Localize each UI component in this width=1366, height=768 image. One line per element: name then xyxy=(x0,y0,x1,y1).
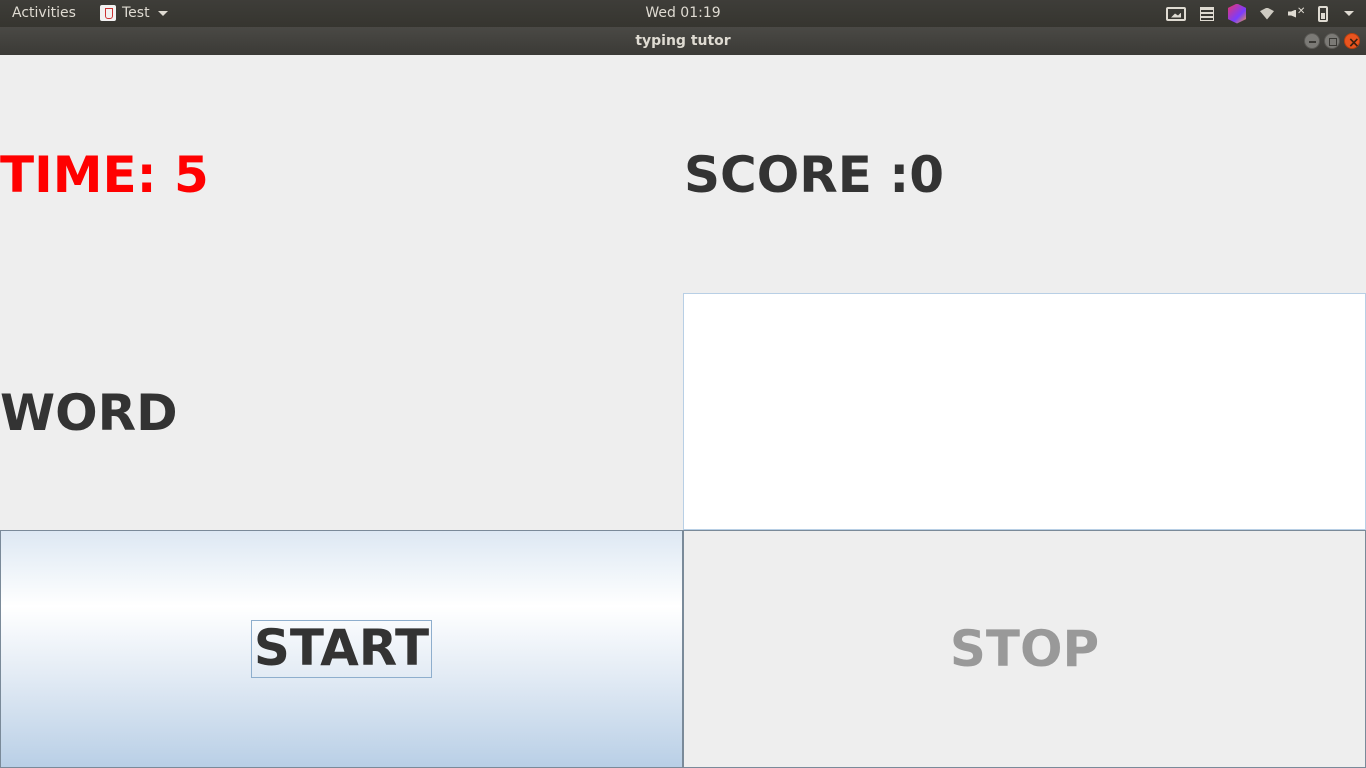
window-controls xyxy=(1304,29,1360,57)
minimize-icon[interactable] xyxy=(1304,33,1320,49)
notes-icon[interactable] xyxy=(1200,6,1214,21)
clock[interactable]: Wed 01:19 xyxy=(645,5,720,21)
stop-button[interactable]: STOP xyxy=(683,530,1366,768)
time-label: TIME: 5 xyxy=(0,146,209,204)
maximize-icon[interactable] xyxy=(1324,33,1340,49)
system-menu-caret-icon[interactable] xyxy=(1344,11,1354,16)
jetbrains-toolbox-icon[interactable] xyxy=(1228,3,1246,24)
clock-container: Wed 01:19 xyxy=(0,5,1366,21)
battery-icon[interactable] xyxy=(1318,5,1328,22)
window-title: typing tutor xyxy=(635,33,731,49)
stop-button-label: STOP xyxy=(949,620,1100,678)
score-label: SCORE :0 xyxy=(684,146,945,204)
close-icon[interactable] xyxy=(1344,29,1360,57)
start-button-label: START xyxy=(250,620,433,678)
activities-button[interactable]: Activities xyxy=(12,5,76,21)
start-button[interactable]: START xyxy=(0,530,683,768)
system-top-bar: Activities Test Wed 01:19 xyxy=(0,0,1366,27)
word-input[interactable] xyxy=(683,293,1366,530)
app-menu[interactable]: Test xyxy=(100,5,168,21)
typing-tutor-panel: TIME: 5 SCORE :0 WORD START STOP xyxy=(0,55,1366,768)
word-label: WORD xyxy=(0,384,178,442)
window-titlebar[interactable]: typing tutor xyxy=(0,27,1366,57)
system-tray xyxy=(1166,3,1354,24)
wifi-icon[interactable] xyxy=(1260,7,1274,20)
java-app-icon xyxy=(100,5,116,21)
chevron-down-icon xyxy=(157,10,168,16)
screenshot-icon[interactable] xyxy=(1166,6,1186,21)
volume-muted-icon[interactable] xyxy=(1288,6,1305,21)
app-menu-label: Test xyxy=(122,5,150,21)
